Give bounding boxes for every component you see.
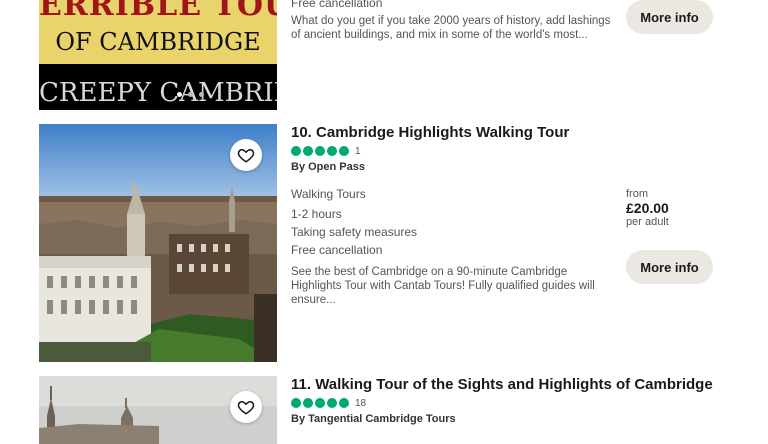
- listing-card-11: 11. Walking Tour of the Sights and Highl…: [0, 376, 768, 444]
- save-heart-button[interactable]: [230, 391, 262, 423]
- listing-title[interactable]: 10. Cambridge Highlights Walking Tour: [291, 124, 611, 141]
- review-count[interactable]: 1: [355, 146, 361, 157]
- banner-mid-text: OF CAMBRIDGE: [55, 28, 261, 56]
- listing-image[interactable]: [39, 124, 277, 362]
- price-unit: per adult: [626, 216, 669, 228]
- listing-description: What do you get if you take 2000 years o…: [291, 15, 611, 41]
- safety-text: Taking safety measures: [291, 225, 418, 239]
- heart-icon: [237, 148, 255, 163]
- more-info-button[interactable]: More info: [626, 0, 713, 34]
- rating-bubbles: 18: [291, 397, 731, 409]
- listing-card-9: ERRIBLE TOUR OF CAMBRIDGE CREEPY CAMBRID…: [0, 0, 768, 112]
- more-info-button[interactable]: More info: [626, 250, 713, 284]
- price-value: £20.00: [626, 200, 669, 216]
- duration-text: 1-2 hours: [291, 207, 342, 221]
- listing-card-10: 10. Cambridge Highlights Walking Tour 1 …: [0, 124, 768, 364]
- listing-description: See the best of Cambridge on a 90-minute…: [291, 266, 595, 306]
- operator-name: By Tangential Cambridge Tours: [291, 413, 456, 425]
- listing-image[interactable]: [39, 376, 277, 444]
- listing-image[interactable]: ERRIBLE TOUR OF CAMBRIDGE CREEPY CAMBRID…: [39, 0, 277, 110]
- price-from-label: from: [626, 188, 648, 200]
- listing-title[interactable]: 11. Walking Tour of the Sights and Highl…: [291, 376, 731, 393]
- rating-bubbles: 1: [291, 145, 611, 157]
- cancellation-text: Free cancellation: [291, 243, 383, 257]
- banner-top-text: ERRIBLE TOUR: [39, 0, 277, 23]
- banner-bottom-text: CREEPY CAMBRIDGE: [39, 78, 277, 108]
- review-count[interactable]: 18: [355, 398, 366, 409]
- save-heart-button[interactable]: [230, 139, 262, 171]
- cancellation-text: Free cancellation: [291, 0, 383, 10]
- carousel-dots[interactable]: [177, 92, 204, 97]
- category-text: Walking Tours: [291, 187, 366, 201]
- heart-icon: [237, 400, 255, 415]
- operator-name: By Open Pass: [291, 161, 365, 173]
